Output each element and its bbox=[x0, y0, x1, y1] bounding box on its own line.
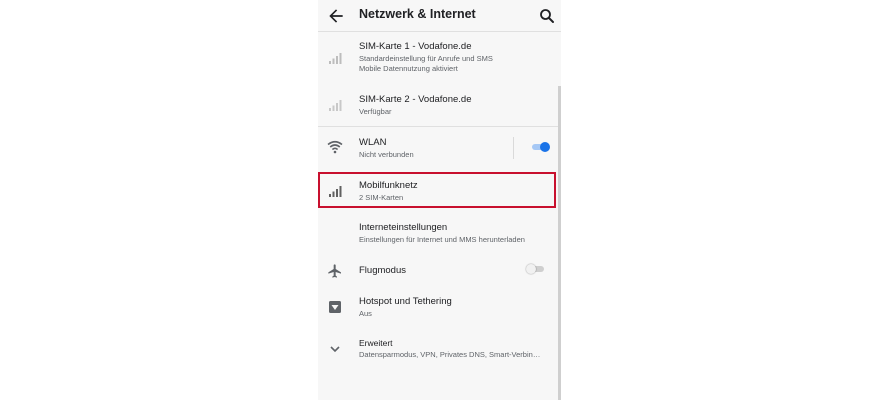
signal-icon bbox=[329, 53, 342, 64]
airplane-icon bbox=[328, 264, 341, 278]
signal-icon bbox=[329, 100, 342, 111]
app-bar: Netzwerk & Internet bbox=[318, 0, 561, 32]
item-subtitle: Datensparmodus, VPN, Privates DNS, Smart… bbox=[359, 350, 541, 359]
item-title: Interneteinstellungen bbox=[359, 222, 448, 233]
sim-card-1-item[interactable]: SIM-Karte 1 - Vodafone.de Standardeinste… bbox=[318, 32, 561, 82]
item-subtitle: Nicht verbunden bbox=[359, 150, 414, 159]
highlight-box bbox=[318, 172, 556, 208]
wlan-toggle[interactable] bbox=[530, 142, 550, 152]
hotspot-tethering-item[interactable]: Hotspot und Tethering Aus bbox=[318, 288, 561, 330]
item-title: Flugmodus bbox=[359, 265, 406, 276]
item-subtitle: Standardeinstellung für Anrufe und SMS bbox=[359, 54, 493, 63]
item-subtitle: Verfügbar bbox=[359, 107, 392, 116]
search-icon[interactable] bbox=[538, 7, 556, 25]
page-title: Netzwerk & Internet bbox=[359, 7, 476, 21]
advanced-item[interactable]: Erweitert Datensparmodus, VPN, Privates … bbox=[318, 332, 561, 374]
wifi-icon bbox=[327, 140, 343, 154]
item-title: SIM-Karte 2 - Vodafone.de bbox=[359, 94, 472, 105]
airplane-mode-toggle[interactable] bbox=[526, 264, 546, 274]
hotspot-icon bbox=[329, 301, 341, 313]
chevron-down-icon bbox=[330, 346, 340, 353]
item-title: Erweitert bbox=[359, 338, 393, 348]
sim-card-2-item[interactable]: SIM-Karte 2 - Vodafone.de Verfügbar bbox=[318, 84, 561, 126]
item-subtitle: Einstellungen für Internet und MMS herun… bbox=[359, 235, 525, 244]
airplane-mode-item[interactable]: Flugmodus bbox=[318, 256, 561, 286]
item-title: WLAN bbox=[359, 137, 387, 148]
internet-settings-item[interactable]: Interneteinstellungen Einstellungen für … bbox=[318, 213, 561, 255]
arrow-back-icon[interactable] bbox=[326, 6, 346, 26]
item-title: Hotspot und Tethering bbox=[359, 296, 452, 307]
wlan-item[interactable]: WLAN Nicht verbunden bbox=[318, 127, 561, 169]
item-title: SIM-Karte 1 - Vodafone.de bbox=[359, 41, 472, 52]
item-subtitle-2: Mobile Datennutzung aktiviert bbox=[359, 64, 458, 73]
scrollbar[interactable] bbox=[558, 86, 561, 400]
item-subtitle: Aus bbox=[359, 309, 372, 318]
toggle-separator bbox=[513, 137, 514, 159]
